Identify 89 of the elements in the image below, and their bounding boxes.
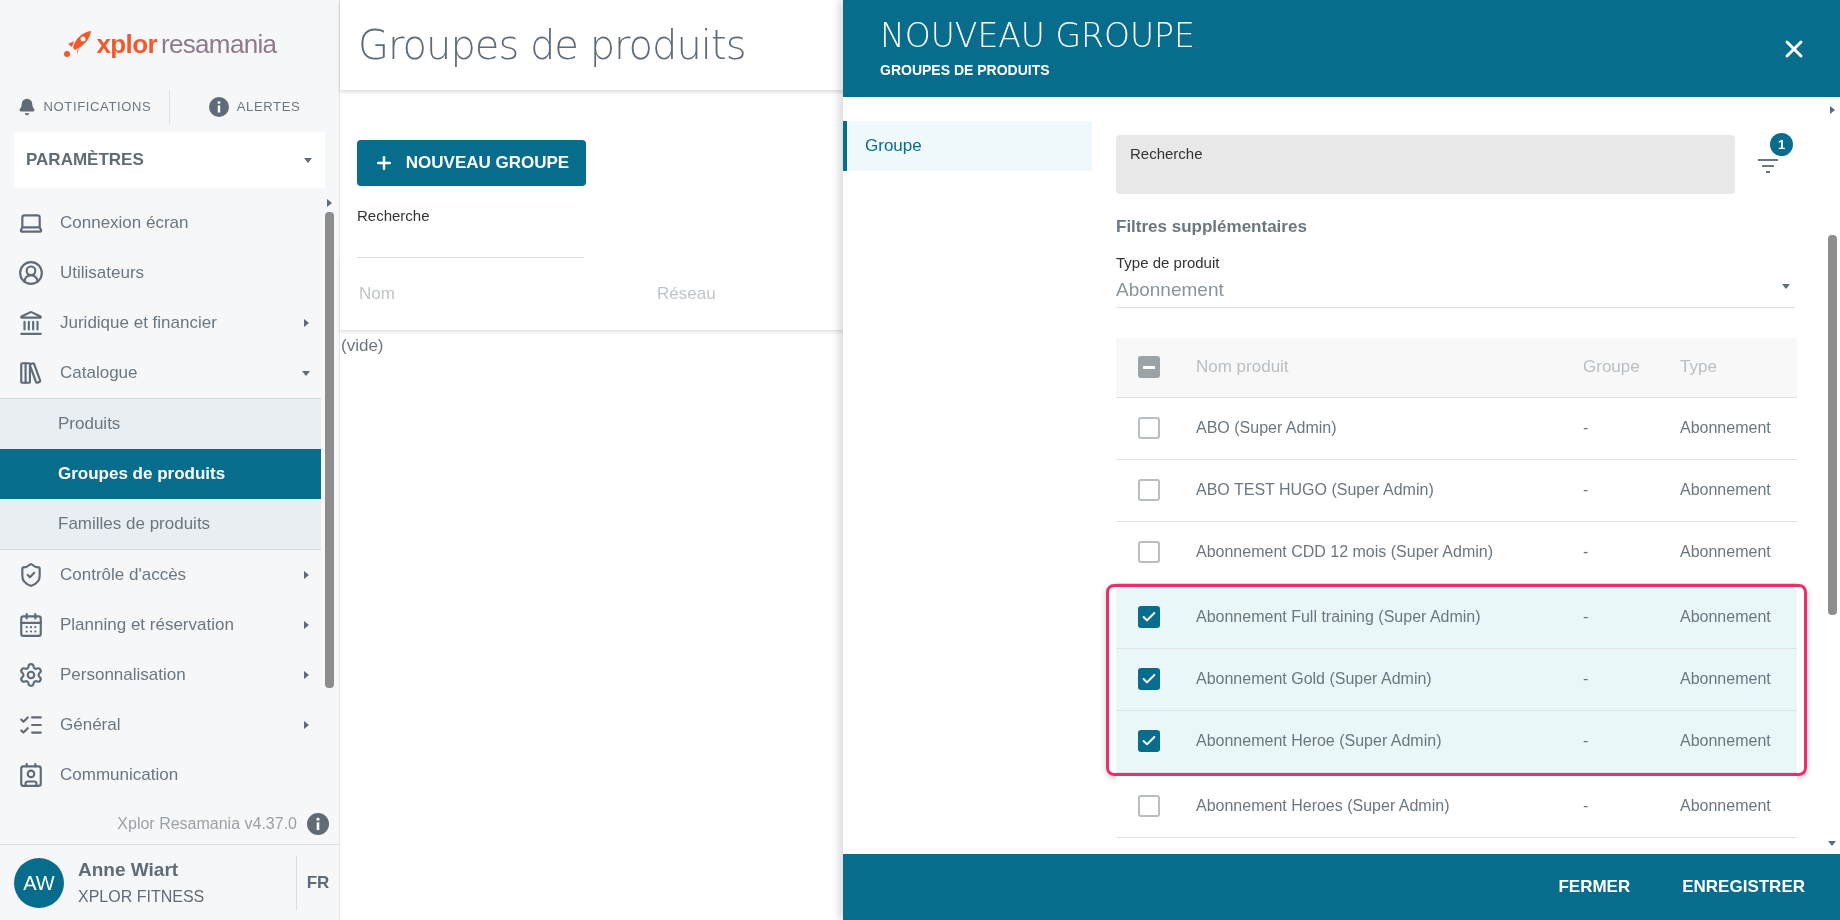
menu-item[interactable]: Communication (0, 750, 321, 800)
caret-icon (301, 720, 311, 730)
table-cell-text: ABO (Super Admin) (1196, 418, 1338, 438)
footer-button[interactable]: ENREGISTRER (1682, 874, 1805, 900)
notifications-button[interactable]: NOTIFICATIONS (0, 97, 169, 117)
books-icon (18, 360, 44, 386)
language-button[interactable]: FR (297, 869, 339, 896)
rocket-logo-icon (62, 30, 93, 58)
user-icon (18, 260, 44, 286)
table-row[interactable]: Abonnement Gold (Super Admin) - Abonnement (1116, 648, 1797, 711)
menu-item[interactable]: Planning et réservation (0, 600, 321, 650)
version-text: Xplor Resamania v4.37.0 (117, 814, 297, 834)
caret-icon (303, 155, 313, 165)
menu-item[interactable]: Connexion écran (0, 198, 321, 248)
table-cell-text: Abonnement (1680, 607, 1771, 627)
caret-icon (301, 620, 311, 630)
caret-icon (301, 570, 311, 580)
checkbox[interactable] (1138, 668, 1160, 690)
bell-icon (17, 98, 36, 116)
table-cell-text: Abonnement Full training (Super Admin) (1196, 607, 1482, 627)
submenu-item[interactable]: Produits (0, 399, 321, 449)
checkbox[interactable] (1138, 479, 1160, 501)
table-cell-text: Abonnement (1680, 542, 1771, 562)
info-icon[interactable] (307, 813, 329, 835)
nav-tab[interactable]: Groupe (843, 121, 1092, 171)
menu-item[interactable]: Général (0, 700, 321, 750)
empty-text: (vide) (340, 335, 385, 357)
search-field[interactable]: Recherche (1116, 135, 1735, 194)
alerts-button[interactable]: ALERTES (170, 97, 339, 117)
checkbox[interactable] (1138, 417, 1160, 439)
filter-count-badge: 1 (1770, 133, 1793, 156)
drawer-title: NOUVEAU GROUPE (880, 16, 1195, 56)
checkbox[interactable] (1138, 795, 1160, 817)
scrollbar[interactable] (1826, 105, 1838, 848)
menu-item[interactable]: Utilisateurs (0, 248, 321, 298)
minus-icon (1143, 365, 1155, 369)
table-cell-text: - (1583, 480, 1590, 500)
table-cell-text: Abonnement (1680, 731, 1771, 751)
page-title: Groupes de produits (358, 21, 746, 70)
section-heading: Filtres supplémentaires (1116, 216, 1308, 238)
submenu-item[interactable]: Familles de produits (0, 499, 321, 549)
table-cell-text: - (1583, 607, 1590, 627)
filter-icon[interactable] (1757, 157, 1779, 175)
table-cell-text: - (1583, 796, 1590, 816)
user-name: Anne Wiart (78, 858, 180, 883)
table-cell-text: - (1583, 418, 1590, 438)
section-dropdown[interactable]: PARAMÈTRES (14, 132, 325, 188)
company-name: XPLOR FITNESS (78, 886, 206, 907)
table-cell-text: - (1583, 669, 1590, 689)
caret-icon (301, 318, 311, 328)
menu-item[interactable]: Catalogue (0, 348, 321, 398)
table-row[interactable]: Abonnement Heroe (Super Admin) - Abonnement (1116, 710, 1797, 773)
info-icon (208, 97, 229, 117)
drawer-subtitle: GROUPES DE PRODUITS (880, 61, 1051, 80)
table-cell-text: Abonnement (1680, 418, 1771, 438)
table-cell-text: Abonnement Heroes (Super Admin) (1196, 796, 1451, 816)
table-cell-text: - (1583, 542, 1590, 562)
logo-text: xplor (96, 27, 157, 61)
calendar-icon (18, 612, 44, 638)
bank-icon (18, 310, 44, 336)
table-cell-text: ABO TEST HUGO (Super Admin) (1196, 480, 1435, 500)
menu-item[interactable]: Personnalisation (0, 650, 321, 700)
avatar: AW (14, 857, 64, 908)
submenu-item[interactable]: Groupes de produits (0, 449, 321, 499)
scroll-down-icon (1827, 838, 1837, 848)
table-cell-text: Abonnement CDD 12 mois (Super Admin) (1196, 542, 1495, 562)
menu-item[interactable]: Juridique et financier (0, 298, 321, 348)
table-cell-text: - (1583, 731, 1590, 751)
menu-item[interactable]: Contrôle d'accès (0, 550, 321, 600)
logo-text: resamania (160, 27, 277, 61)
table-cell-text: Abonnement (1680, 796, 1771, 816)
checkbox[interactable] (1138, 356, 1160, 378)
shield-check-icon (18, 562, 44, 588)
checkbox[interactable] (1138, 730, 1160, 752)
contact-card-icon (18, 762, 44, 788)
search-field[interactable]: Recherche (357, 204, 584, 258)
checkbox[interactable] (1138, 541, 1160, 563)
new-group-button[interactable]: NOUVEAU GROUPE (357, 140, 586, 186)
type-select[interactable]: Type de produit Abonnement (1116, 251, 1795, 308)
footer-button[interactable]: FERMER (1558, 874, 1631, 900)
table-cell-text: Abonnement Heroe (Super Admin) (1196, 731, 1443, 751)
checkbox[interactable] (1138, 606, 1160, 628)
caret-icon (301, 368, 311, 378)
caret-icon (301, 670, 311, 680)
table-row[interactable]: Abonnement Full training (Super Admin) - Abonnement (1116, 586, 1797, 649)
settings-icon (18, 662, 44, 688)
table-cell-text: Abonnement Gold (Super Admin) (1196, 669, 1433, 689)
table-cell-text: Abonnement (1680, 480, 1771, 500)
table-cell-text: Abonnement (1680, 669, 1771, 689)
